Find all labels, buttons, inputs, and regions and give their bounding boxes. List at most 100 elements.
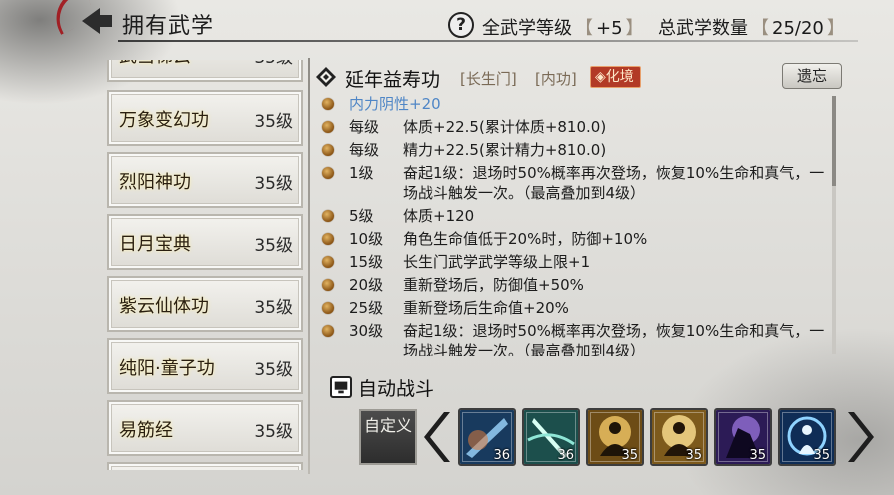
bullet-icon	[322, 256, 334, 268]
effect-row: 1级 奋起1级：退场时50%概率再次登场，恢复10%生命和真气，一场战斗触发一次…	[320, 163, 830, 203]
effect-text: 体质+22.5(累计体质+810.0)	[403, 118, 607, 136]
back-arrow-icon[interactable]	[80, 4, 114, 38]
skill-level: 35级	[254, 360, 293, 380]
bullet-icon	[322, 302, 334, 314]
skill-list-item[interactable]: 易筋经 35级	[107, 400, 303, 456]
type-tag: [内功]	[535, 70, 577, 88]
bullet-icon	[322, 98, 334, 110]
header-divider	[118, 40, 858, 42]
effect-level: 5级	[349, 207, 374, 225]
skill-list-item[interactable]: 纯阳·童子功 35级	[107, 338, 303, 394]
skill-name: 武当梯云	[119, 60, 191, 68]
effect-text: 体质+120	[403, 207, 475, 225]
total-count-value: 25/20	[772, 18, 824, 39]
skill-slot[interactable]: 36	[458, 408, 516, 466]
effect-level: 每级	[349, 141, 380, 159]
effect-text: 长生门武学武学等级上限+1	[403, 253, 591, 271]
bullet-icon	[322, 167, 334, 179]
effects-list[interactable]: 内力阴性+20 每级 体质+22.5(累计体质+810.0) 每级 精力+22.…	[320, 94, 830, 356]
realm-badge: ◈化境	[590, 66, 641, 88]
skill-detail-title: 延年益寿功	[345, 69, 441, 91]
page-title: 拥有武学	[122, 14, 215, 39]
bullet-icon	[322, 144, 334, 156]
skill-name: 易筋经	[119, 420, 173, 441]
effect-text: 角色生命值低于20%时，防御+10%	[403, 230, 648, 248]
effect-level: 1级	[349, 164, 374, 182]
effect-level: 20级	[349, 276, 384, 294]
help-icon[interactable]: ?	[448, 12, 474, 38]
skill-list-item[interactable]: 武当梯云 35级	[107, 60, 303, 82]
effect-row: 每级 精力+22.5(累计精力+810.0)	[320, 140, 830, 160]
bullet-icon	[322, 325, 334, 337]
effect-level: 10级	[349, 230, 384, 248]
skill-name: 烈阳神功	[119, 172, 191, 193]
total-level-value: +5	[596, 18, 623, 39]
chevron-left-icon[interactable]	[424, 410, 454, 464]
skill-name: 万象变幻功	[119, 110, 209, 131]
effect-row: 30级 奋起1级：退场时50%概率再次登场，恢复10%生命和真气，一场战斗触发一…	[320, 321, 830, 356]
scrollbar-thumb[interactable]	[832, 96, 836, 186]
skill-slot[interactable]: 35	[778, 408, 836, 466]
effect-text: 重新登场后生命值+20%	[403, 299, 569, 317]
skill-slot[interactable]: 36	[522, 408, 580, 466]
skill-list-item[interactable]: 万象变幻功 35级	[107, 90, 303, 146]
skill-slot[interactable]: 35	[650, 408, 708, 466]
skill-list-item[interactable]: 烈阳神功 35级	[107, 152, 303, 208]
slot-level: 35	[749, 448, 766, 463]
school-tag: [长生门]	[460, 70, 517, 88]
bullet-icon	[322, 121, 334, 133]
effect-row: 每级 体质+22.5(累计体质+810.0)	[320, 117, 830, 137]
forget-button[interactable]: 遗忘	[782, 63, 842, 89]
total-count-label: 总武学数量	[658, 18, 748, 39]
effect-row: 5级 体质+120	[320, 206, 830, 226]
panel-divider	[308, 58, 310, 474]
skill-name: 紫云仙体功	[119, 296, 209, 317]
skill-level: 35级	[254, 298, 293, 318]
skill-list[interactable]: 武当梯云 35级 万象变幻功 35级 烈阳神功 35级 日月宝典 35级 紫云仙…	[107, 60, 307, 470]
slot-level: 35	[621, 448, 638, 463]
effect-row: 25级 重新登场后生命值+20%	[320, 298, 830, 318]
bullet-icon	[322, 233, 334, 245]
slot-level: 35	[685, 448, 702, 463]
badge-ornament-icon: ◈	[595, 69, 606, 85]
effect-level: 25级	[349, 299, 384, 317]
skill-slot[interactable]: 35	[714, 408, 772, 466]
effect-text: 重新登场后，防御值+50%	[403, 276, 584, 294]
slot-level: 36	[493, 448, 510, 463]
effect-level: 15级	[349, 253, 384, 271]
custom-button[interactable]: 自定义	[359, 409, 417, 465]
total-level-stat: 全武学等级【+5】	[482, 18, 644, 39]
skill-list-item[interactable]	[107, 462, 303, 470]
effects-scrollbar[interactable]	[832, 96, 836, 354]
effect-text: 奋起1级：退场时50%概率再次登场，恢复10%生命和真气，一场战斗触发一次。（最…	[403, 164, 825, 202]
skill-list-item[interactable]: 紫云仙体功 35级	[107, 276, 303, 332]
skill-list-item[interactable]: 日月宝典 35级	[107, 214, 303, 270]
effect-level: 每级	[349, 118, 380, 136]
auto-battle-title: 自动战斗	[358, 378, 435, 400]
skill-slot[interactable]: 35	[586, 408, 644, 466]
bullet-icon	[322, 210, 334, 222]
skill-level: 35级	[254, 236, 293, 256]
skill-level: 35级	[254, 112, 293, 132]
effect-level: 30级	[349, 322, 384, 340]
header: 拥有武学 ? 全武学等级【+5】 总武学数量【25/20】	[0, 0, 894, 46]
diamond-compass-icon	[316, 67, 336, 87]
skill-level: 35级	[254, 60, 293, 68]
effect-row: 内力阴性+20	[320, 94, 830, 114]
skill-level: 35级	[254, 422, 293, 442]
skill-level: 35级	[254, 174, 293, 194]
chevron-right-icon[interactable]	[844, 410, 874, 464]
bullet-icon	[322, 279, 334, 291]
effect-row: 20级 重新登场后，防御值+50%	[320, 275, 830, 295]
effect-text: 精力+22.5(累计精力+810.0)	[403, 141, 607, 159]
skill-name: 日月宝典	[119, 234, 191, 255]
effect-row: 15级 长生门武学武学等级上限+1	[320, 252, 830, 272]
effect-text: 奋起1级：退场时50%概率再次登场，恢复10%生命和真气，一场战斗触发一次。（最…	[403, 322, 825, 356]
total-count-stat: 总武学数量【25/20】	[658, 18, 845, 39]
total-level-label: 全武学等级	[482, 18, 572, 39]
auto-battle-icon	[330, 376, 352, 398]
effect-text: 内力阴性+20	[349, 95, 441, 113]
slot-level: 35	[813, 448, 830, 463]
realm-badge-text: 化境	[605, 69, 634, 85]
effect-row: 10级 角色生命值低于20%时，防御+10%	[320, 229, 830, 249]
